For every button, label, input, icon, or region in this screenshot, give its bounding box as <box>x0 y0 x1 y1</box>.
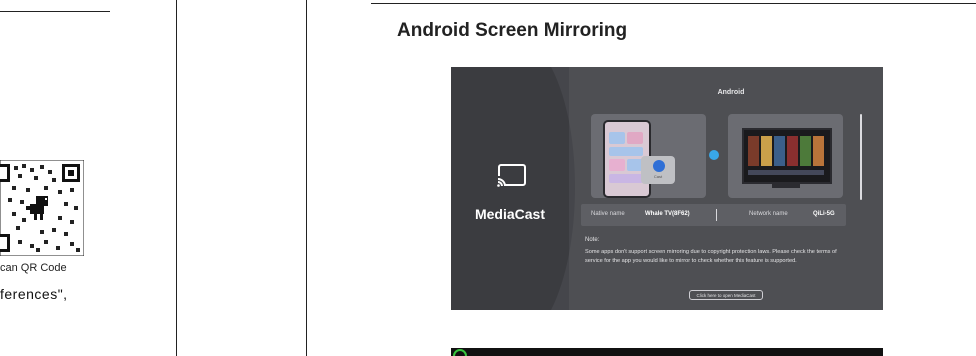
note-heading: Note: <box>585 237 600 243</box>
cast-popup: Cast <box>641 156 675 184</box>
section-title: Android Screen Mirroring <box>397 20 628 41</box>
mirroring-screenshot: MediaCast Android Cast Native name Whale… <box>451 67 883 310</box>
qr-caption: can QR Code <box>0 262 67 274</box>
top-rule-left <box>0 11 110 12</box>
native-name-value: Whale TV(8F62) <box>645 211 690 217</box>
native-name-label: Native name <box>591 211 625 217</box>
column-divider-middle <box>306 0 307 356</box>
tv-illustration <box>742 128 832 184</box>
network-name-label: Network name <box>749 211 788 217</box>
scrollbar[interactable] <box>860 114 862 200</box>
cast-popup-label: Cast <box>653 174 663 179</box>
tv-card <box>728 114 843 198</box>
open-mediacast-button[interactable]: Click here to open MediaCast <box>689 290 763 300</box>
cast-button-icon <box>653 160 665 172</box>
app-name: MediaCast <box>474 206 546 222</box>
tv-stand <box>772 182 800 188</box>
column-divider-left <box>176 0 177 356</box>
connection-indicator-icon <box>709 150 719 160</box>
note-body: Some apps don't support screen mirroring… <box>585 249 837 264</box>
top-rule-right <box>371 3 976 4</box>
next-screenshot <box>451 348 883 356</box>
green-ring-logo-icon <box>453 349 467 356</box>
phone-card: Cast <box>591 114 706 198</box>
network-name-value: QiLi-5G <box>813 211 835 217</box>
info-divider <box>716 209 717 221</box>
body-text-fragment: ferences", <box>0 286 68 302</box>
qr-code <box>0 159 85 257</box>
screen-title: Android <box>717 89 745 96</box>
device-info-bar: Native name Whale TV(8F62) Network name … <box>581 204 846 226</box>
cast-icon <box>496 164 526 187</box>
